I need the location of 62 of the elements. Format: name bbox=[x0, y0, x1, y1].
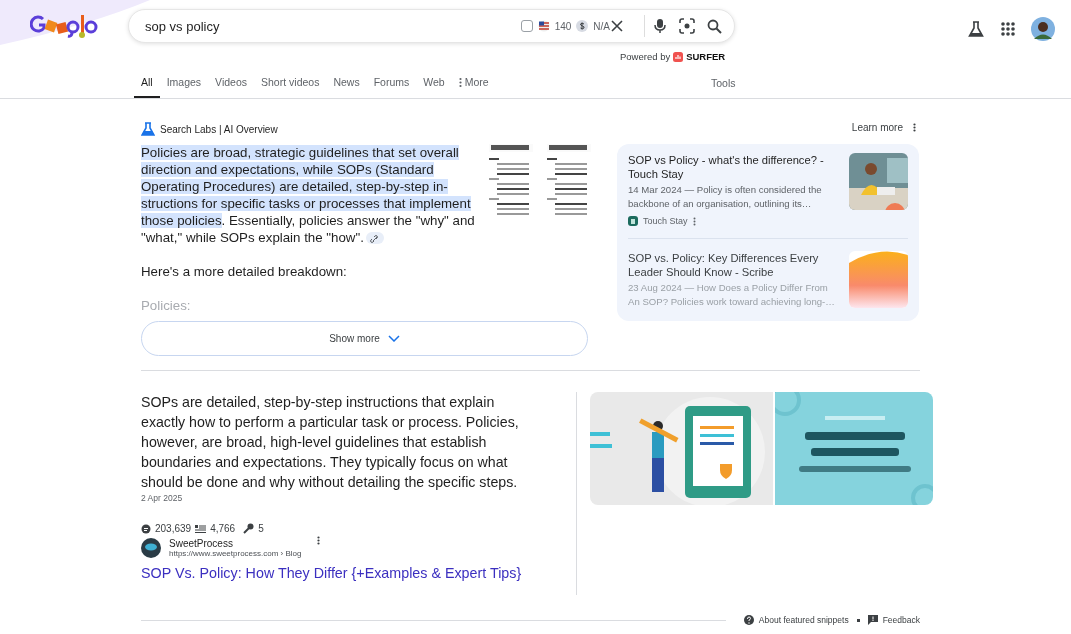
tab[interactable]: More bbox=[451, 76, 496, 98]
flask-icon bbox=[141, 122, 155, 136]
source-title[interactable]: SOP vs. Policy: Key Differences Every Leader Should Know - Scribe bbox=[628, 251, 837, 279]
show-more-button[interactable]: Show more bbox=[141, 321, 588, 356]
site-icon bbox=[628, 216, 638, 226]
about-snippets-link[interactable]: About featured snippets bbox=[743, 615, 849, 625]
more-options-icon[interactable] bbox=[692, 216, 696, 226]
microphone-icon[interactable] bbox=[653, 18, 667, 34]
tab[interactable]: Web bbox=[416, 76, 452, 98]
section-title: Search Labs | AI Overview bbox=[160, 123, 278, 135]
list-icon bbox=[195, 523, 207, 534]
site-logo-icon bbox=[141, 538, 161, 558]
site-url: https://www.sweetprocess.com › Blog bbox=[169, 549, 302, 558]
comment-icon bbox=[141, 523, 151, 534]
search-input[interactable]: sop vs policy bbox=[143, 17, 521, 35]
powered-by-label: Powered by bbox=[620, 51, 671, 62]
more-options-icon[interactable] bbox=[913, 123, 916, 132]
surfer-logo-icon bbox=[673, 51, 684, 62]
site-name: SweetProcess bbox=[169, 538, 234, 549]
apps-icon[interactable] bbox=[1001, 22, 1015, 36]
help-icon bbox=[743, 615, 754, 625]
learn-more-link[interactable]: Learn more bbox=[851, 122, 903, 133]
source-title[interactable]: SOP vs Policy - what's the difference? - Touch Stay bbox=[628, 153, 837, 181]
avatar-icon[interactable] bbox=[1031, 17, 1055, 41]
stat-value: 4,766 bbox=[210, 523, 236, 534]
chevron-down-icon bbox=[387, 335, 400, 342]
close-icon[interactable] bbox=[610, 19, 624, 33]
source-site: Touch Stay bbox=[643, 216, 688, 226]
brand-name: SURFER bbox=[686, 51, 726, 62]
tools-button[interactable]: Tools bbox=[711, 77, 736, 89]
overview-text: Here's a more detailed breakdown: bbox=[141, 263, 348, 280]
feedback-icon bbox=[867, 615, 878, 625]
tab[interactable]: Images bbox=[159, 76, 209, 98]
cpc-value: N/A bbox=[593, 20, 610, 32]
snippet-text: SOPs are detailed, step-by-step instructions that explain exactly how to perform a particular task or process. Policies, however, are broad, high-level guidelines that establish boundaries and expectations. They typically focus on what should be done and why without detailing the specific steps. bbox=[141, 393, 520, 492]
tab[interactable]: Forums bbox=[366, 76, 417, 98]
tab[interactable]: Videos bbox=[208, 76, 255, 98]
tab[interactable]: News bbox=[326, 76, 367, 98]
search-bar[interactable]: sop vs policy 140 N/A bbox=[128, 9, 735, 43]
stat-value: 5 bbox=[258, 523, 264, 534]
snippet-date: 2 Apr 2025 bbox=[141, 493, 184, 503]
more-icon bbox=[458, 76, 462, 88]
key-icon bbox=[243, 523, 255, 534]
flag-icon bbox=[537, 20, 550, 32]
source-snippet: 14 Mar 2024 — Policy is often considered the backbone of an organisation, outlining its… bbox=[628, 183, 823, 211]
checkbox[interactable] bbox=[520, 20, 533, 32]
tab[interactable]: Short videos bbox=[254, 76, 327, 98]
source-snippet: 23 Aug 2024 — How Does a Policy Differ From An SOP? Policies work toward achieving long-… bbox=[628, 281, 836, 309]
overview-paragraph: Policies are broad, strategic guidelines that set overall direction and expectations, while SOPs (Standard Operating Procedures) are detailed, step-by-step in-structions for specific tasks or processes that implement those policies. Essentially, policies answer the "why" and "what," while SOPs explain the "how". bbox=[141, 144, 476, 246]
feedback-link[interactable]: Feedback bbox=[867, 615, 920, 625]
overview-text: Policies: bbox=[141, 297, 192, 314]
stat-value: 203,639 bbox=[155, 523, 192, 534]
search-volume: 140 bbox=[554, 20, 572, 32]
flask-icon[interactable] bbox=[967, 21, 985, 37]
tab[interactable]: All bbox=[134, 76, 160, 98]
camera-icon[interactable] bbox=[679, 18, 695, 34]
more-options-icon[interactable] bbox=[317, 536, 320, 545]
search-icon[interactable] bbox=[707, 18, 722, 34]
result-link[interactable]: SOP Vs. Policy: How They Differ {+Examples & Expert Tips} bbox=[141, 565, 522, 581]
link-icon[interactable] bbox=[365, 232, 384, 245]
logo-drawing[interactable] bbox=[30, 13, 98, 39]
dollar-icon bbox=[576, 20, 589, 32]
